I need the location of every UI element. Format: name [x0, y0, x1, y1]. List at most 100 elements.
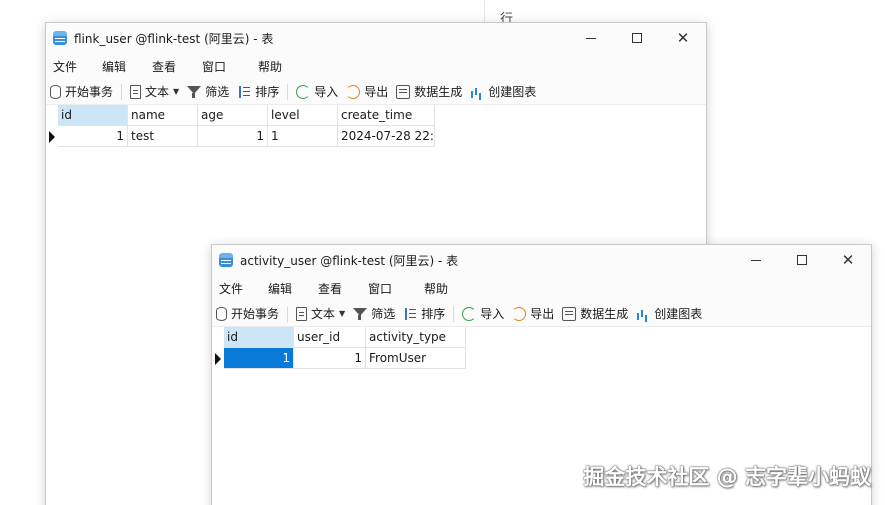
document-icon	[296, 306, 308, 321]
cell-level[interactable]: 1	[268, 126, 338, 147]
maximize-button[interactable]	[614, 23, 660, 53]
column-header-activity-type[interactable]: activity_type	[366, 327, 466, 348]
filter-label: 筛选	[205, 85, 230, 99]
sort-button[interactable]: 排序	[399, 303, 449, 325]
export-button[interactable]: 导出	[342, 81, 392, 103]
data-generation-button[interactable]: 数据生成	[558, 303, 632, 325]
import-button[interactable]: 导入	[458, 303, 508, 325]
cell-age[interactable]: 1	[198, 126, 268, 147]
menu-file[interactable]: 文件	[47, 58, 96, 75]
column-header-id[interactable]: id	[224, 327, 294, 348]
minimize-icon	[751, 259, 761, 261]
menu-view[interactable]: 查看	[312, 280, 362, 297]
cell-id[interactable]: 1	[58, 126, 128, 147]
data-generation-label: 数据生成	[580, 307, 629, 321]
minimize-icon	[586, 37, 596, 39]
create-chart-button[interactable]: 创建图表	[466, 81, 540, 103]
export-button[interactable]: 导出	[508, 303, 558, 325]
table-row[interactable]: 1 test 1 1 2024-07-28 22:1	[46, 126, 706, 147]
chart-icon	[636, 307, 650, 321]
minimize-button[interactable]	[733, 245, 779, 275]
table-row[interactable]: 1 1 FromUser	[212, 348, 871, 369]
column-header-name[interactable]: name	[128, 105, 198, 126]
toolbar: 开始事务 文本 ▼ 筛选 排序 导入 导出 数据生成 创建图表	[212, 301, 871, 327]
maximize-button[interactable]	[779, 245, 825, 275]
filter-icon	[187, 85, 202, 99]
create-chart-button[interactable]: 创建图表	[632, 303, 706, 325]
toolbar-divider	[453, 305, 455, 322]
close-button[interactable]: ✕	[660, 23, 706, 53]
database-icon	[50, 84, 61, 99]
chart-icon	[470, 85, 484, 99]
sort-label: 排序	[421, 307, 446, 321]
sort-icon	[237, 85, 251, 99]
close-button[interactable]: ✕	[825, 245, 871, 275]
import-icon	[296, 84, 311, 99]
column-header-id[interactable]: id	[58, 105, 128, 126]
import-button[interactable]: 导入	[292, 81, 342, 103]
window-title: flink_user @flink-test (阿里云) - 表	[74, 31, 274, 46]
export-icon	[346, 84, 361, 99]
import-label: 导入	[480, 307, 505, 321]
menu-window[interactable]: 窗口	[362, 280, 418, 297]
export-label: 导出	[530, 307, 555, 321]
toolbar-divider	[121, 83, 123, 100]
close-icon: ✕	[841, 250, 855, 269]
create-chart-label: 创建图表	[488, 85, 537, 99]
cell-name[interactable]: test	[128, 126, 198, 147]
database-icon	[216, 306, 227, 321]
filter-icon	[353, 307, 368, 321]
sort-button[interactable]: 排序	[233, 81, 283, 103]
document-icon	[130, 84, 142, 99]
row-indicator	[46, 126, 58, 147]
cell-user-id[interactable]: 1	[294, 348, 366, 369]
maximize-icon	[632, 33, 642, 43]
data-grid[interactable]: id user_id activity_type 1 1 FromUser	[212, 327, 871, 369]
data-generation-button[interactable]: 数据生成	[392, 81, 466, 103]
begin-transaction-label: 开始事务	[65, 85, 114, 99]
table-icon	[53, 31, 67, 45]
grid-header: id user_id activity_type	[212, 327, 871, 348]
data-grid[interactable]: id name age level create_time 1 test 1 1…	[46, 105, 706, 147]
menu-help[interactable]: 帮助	[418, 280, 454, 297]
text-view-label: 文本	[311, 307, 336, 321]
cell-activity-type[interactable]: FromUser	[366, 348, 466, 369]
current-row-arrow-icon	[215, 352, 221, 365]
title-bar[interactable]: flink_user @flink-test (阿里云) - 表 ✕	[46, 23, 706, 53]
grid-corner	[212, 327, 224, 348]
data-generation-icon	[396, 84, 411, 99]
menu-bar: 文件 编辑 查看 窗口 帮助	[212, 275, 871, 301]
filter-label: 筛选	[371, 307, 396, 321]
column-header-user-id[interactable]: user_id	[294, 327, 366, 348]
column-header-level[interactable]: level	[268, 105, 338, 126]
minimize-button[interactable]	[568, 23, 614, 53]
cell-create-time[interactable]: 2024-07-28 22:1	[338, 126, 435, 147]
filter-button[interactable]: 筛选	[183, 81, 233, 103]
text-view-button[interactable]: 文本 ▼	[126, 81, 183, 103]
begin-transaction-button[interactable]: 开始事务	[212, 303, 283, 325]
menu-view[interactable]: 查看	[146, 58, 196, 75]
export-icon	[512, 306, 527, 321]
menu-bar: 文件 编辑 查看 窗口 帮助	[46, 53, 706, 79]
close-icon: ✕	[676, 28, 690, 47]
begin-transaction-button[interactable]: 开始事务	[46, 81, 117, 103]
data-generation-icon	[562, 306, 577, 321]
create-chart-label: 创建图表	[654, 307, 703, 321]
desktop: 行 flink_user @flink-test (阿里云) - 表 ✕ 文件 …	[0, 0, 885, 505]
column-header-create-time[interactable]: create_time	[338, 105, 435, 126]
sort-icon	[403, 307, 417, 321]
title-bar[interactable]: activity_user @flink-test (阿里云) - 表 ✕	[212, 245, 871, 275]
cell-id[interactable]: 1	[224, 348, 294, 369]
menu-edit[interactable]: 编辑	[262, 280, 312, 297]
text-view-button[interactable]: 文本 ▼	[292, 303, 349, 325]
menu-file[interactable]: 文件	[213, 280, 262, 297]
text-view-label: 文本	[145, 85, 170, 99]
import-icon	[462, 306, 477, 321]
grid-header: id name age level create_time	[46, 105, 706, 126]
column-header-age[interactable]: age	[198, 105, 268, 126]
toolbar: 开始事务 文本 ▼ 筛选 排序 导入 导出 数据生成 创建图表	[46, 79, 706, 105]
filter-button[interactable]: 筛选	[349, 303, 399, 325]
menu-edit[interactable]: 编辑	[96, 58, 146, 75]
menu-window[interactable]: 窗口	[196, 58, 252, 75]
menu-help[interactable]: 帮助	[252, 58, 288, 75]
